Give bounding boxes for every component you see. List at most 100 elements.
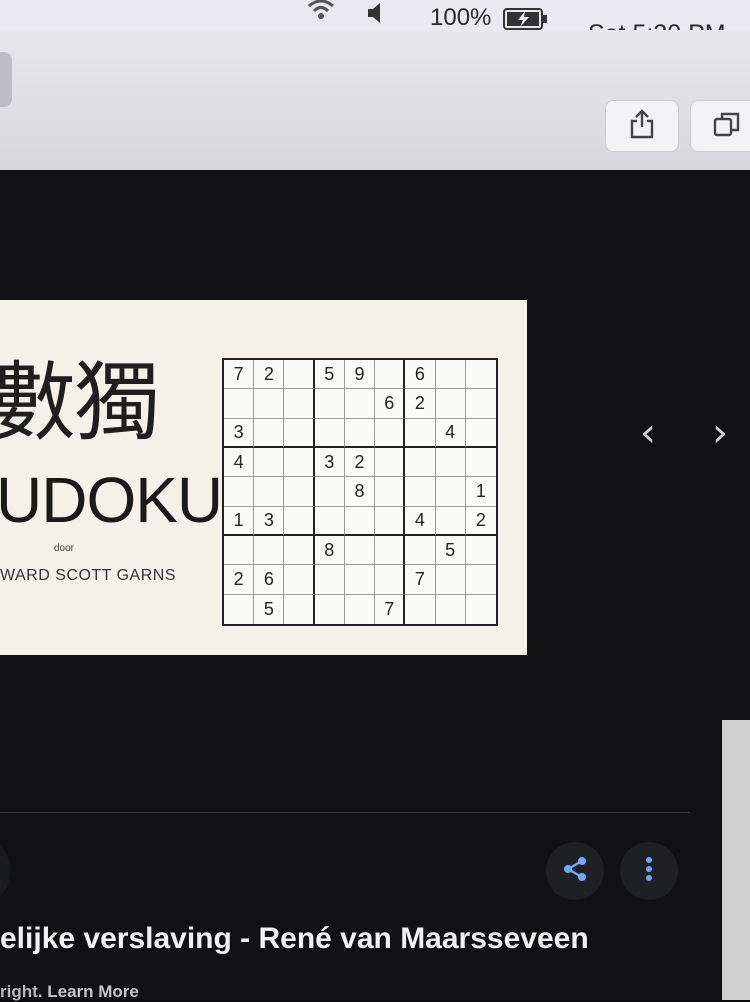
sudoku-cell	[375, 565, 406, 595]
sudoku-cell	[405, 418, 436, 448]
sudoku-cell	[375, 418, 406, 448]
sudoku-cell	[314, 389, 345, 419]
sudoku-cell	[435, 477, 466, 507]
copyright-notice: right. Learn More	[0, 982, 139, 1002]
sudoku-cell: 6	[254, 565, 285, 595]
sudoku-cell	[375, 360, 406, 390]
sudoku-cell: 3	[224, 418, 255, 448]
sudoku-cell: 6	[405, 360, 436, 390]
sudoku-cell	[435, 448, 466, 478]
sudoku-cell	[375, 448, 406, 478]
sudoku-cell	[435, 565, 466, 595]
sudoku-cell: 3	[254, 506, 285, 536]
share-icon	[629, 108, 655, 144]
sudoku-cell	[344, 565, 376, 595]
sudoku-cell	[405, 594, 436, 624]
sudoku-cell: 2	[465, 507, 496, 536]
sudoku-cell	[435, 506, 466, 536]
sudoku-cell: 4	[435, 418, 466, 448]
sudoku-cell	[344, 389, 376, 419]
tabs-icon	[713, 110, 741, 143]
sudoku-cell	[315, 594, 345, 624]
more-options-button[interactable]	[620, 842, 678, 900]
share-nodes-icon	[561, 855, 589, 888]
sudoku-cell: 2	[344, 448, 376, 478]
sudoku-cell: 8	[344, 477, 376, 507]
sudoku-cell: 2	[405, 389, 436, 419]
sudoku-cell	[465, 565, 496, 595]
sudoku-cell	[405, 536, 436, 566]
sudoku-cell	[284, 418, 315, 448]
sudoku-cell: 4	[224, 448, 255, 478]
sudoku-cell: 7	[375, 594, 406, 624]
sudoku-cell: 2	[254, 360, 285, 390]
sudoku-cell	[254, 418, 285, 448]
sudoku-cell	[375, 477, 406, 507]
sudoku-cell	[345, 594, 376, 624]
share-button[interactable]	[605, 100, 679, 152]
chevron-left-icon[interactable]: ‹	[640, 410, 656, 456]
tabs-button[interactable]	[690, 100, 750, 152]
image-caption[interactable]: elijke verslaving - René van Maarsseveen	[0, 922, 589, 956]
image-door-label: door	[54, 543, 75, 554]
image-title: UDOKU	[0, 464, 223, 536]
sudoku-cell	[224, 594, 255, 624]
chevron-right-icon[interactable]: ›	[712, 410, 728, 456]
sudoku-cell	[436, 594, 466, 624]
share-result-button[interactable]	[546, 842, 604, 900]
sudoku-cell	[314, 477, 345, 507]
browser-toolbar	[0, 30, 750, 170]
sudoku-cell	[465, 389, 496, 419]
sudoku-cell	[375, 506, 406, 536]
sudoku-cell	[465, 360, 496, 390]
sudoku-cell: 3	[314, 448, 345, 478]
sudoku-cell	[314, 506, 345, 536]
status-bar: 100% Sat 5:30 PM	[0, 0, 750, 48]
more-vertical-icon	[644, 855, 654, 888]
sudoku-cell: 7	[224, 360, 255, 390]
battery-percent: 100%	[430, 4, 492, 31]
sudoku-cell	[284, 477, 315, 507]
sudoku-cell: 5	[435, 536, 466, 566]
sudoku-cell	[284, 389, 315, 419]
sudoku-cell	[284, 536, 315, 566]
sudoku-cell	[284, 360, 315, 390]
sudoku-cell	[254, 477, 285, 507]
sudoku-cell: 8	[314, 536, 345, 566]
sudoku-cell	[224, 389, 255, 419]
sudoku-cell	[465, 448, 496, 478]
sudoku-cell	[435, 360, 466, 390]
sudoku-cell: 5	[314, 360, 345, 390]
sudoku-cell: 1	[224, 506, 255, 536]
mute-icon	[366, 2, 382, 29]
sudoku-cell	[344, 418, 376, 448]
sudoku-cell	[344, 506, 376, 536]
sudoku-cell: 2	[224, 565, 255, 595]
sudoku-cell: 1	[465, 477, 496, 507]
sudoku-cell	[254, 389, 285, 419]
sudoku-cell	[284, 594, 315, 624]
sudoku-cell: 4	[405, 506, 436, 536]
sudoku-cell	[224, 536, 255, 566]
sudoku-cell	[224, 477, 255, 507]
sudoku-cell	[284, 448, 315, 478]
sudoku-cell	[465, 536, 496, 566]
sudoku-cell	[435, 389, 466, 419]
sudoku-cell: 7	[405, 565, 436, 595]
divider	[0, 812, 690, 813]
sudoku-cell	[344, 536, 376, 566]
wifi-icon	[306, 0, 336, 25]
sudoku-cell: 6	[375, 389, 406, 419]
sudoku-cell	[254, 536, 285, 566]
preview-image[interactable]: 數獨 UDOKU door WARD SCOTT GARNS 725966234…	[0, 300, 527, 655]
sudoku-cell	[284, 565, 315, 595]
sudoku-cell	[405, 477, 436, 507]
sudoku-cell	[375, 536, 406, 566]
image-kanji-title: 數獨	[0, 353, 160, 453]
address-bar[interactable]	[0, 52, 12, 107]
learn-more-link[interactable]: Learn More	[47, 982, 139, 1001]
sudoku-cell	[465, 419, 496, 448]
image-author: WARD SCOTT GARNS	[0, 567, 177, 584]
background-paper-edge	[722, 720, 750, 1000]
copyright-text: right.	[0, 982, 43, 1001]
